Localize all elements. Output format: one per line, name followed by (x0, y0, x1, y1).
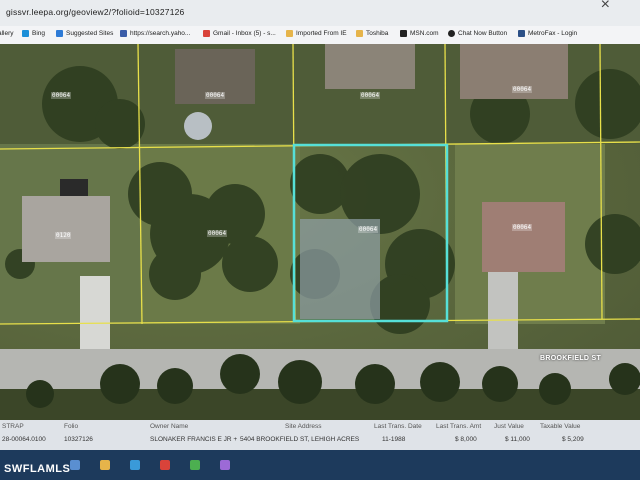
street-name-label: BROOKFIELD ST (540, 355, 602, 362)
table-cell: $ 5,209 (562, 436, 584, 443)
bookmark-metrofax[interactable]: MetroFax - Login (518, 30, 577, 37)
table-row[interactable]: 28-00064.0100 10327126 SLONAKER FRANCIS … (0, 436, 640, 448)
bookmark-bing[interactable]: Bing (22, 30, 45, 37)
lot-label: 0120 (55, 232, 72, 239)
lot-label: 00064 (51, 92, 72, 99)
suggested-sites-icon (56, 30, 63, 37)
bing-icon (22, 30, 29, 37)
bookmarks-bar: allery Bing Suggested Sites https://sear… (0, 26, 640, 45)
lot-label: 00064 (205, 92, 226, 99)
folder-icon (286, 30, 293, 37)
bookmark-label: Imported From IE (296, 30, 347, 37)
taskbar (0, 450, 640, 480)
url-text[interactable]: gissvr.leepa.org/geoview2/?folioid=10327… (6, 7, 185, 17)
table-header-cell[interactable]: Just Value (494, 423, 524, 430)
taskbar-app-icon[interactable] (220, 460, 230, 470)
bookmark-gmail[interactable]: Gmail - Inbox (5) - s... (203, 30, 276, 37)
table-cell: $ 11,000 (505, 436, 530, 443)
bookmark-imported-from-ie[interactable]: Imported From IE (286, 30, 347, 37)
table-cell: $ 8,000 (455, 436, 477, 443)
metrofax-icon (518, 30, 525, 37)
bookmark-toshiba[interactable]: Toshiba (356, 30, 388, 37)
table-header-row: STRAP Folio Owner Name Site Address Last… (0, 423, 640, 435)
table-header-cell[interactable]: STRAP (2, 423, 24, 430)
table-header-cell[interactable]: Owner Name (150, 423, 188, 430)
lot-label: 00064 (358, 226, 379, 233)
table-header-cell[interactable]: Folio (64, 423, 78, 430)
watermark-text: SWFLAMLS (4, 463, 71, 475)
bookmark-yahoo[interactable]: https://search.yaho... (120, 30, 190, 37)
bookmark-label: Gmail - Inbox (5) - s... (213, 30, 276, 37)
bookmark-label: MetroFax - Login (528, 30, 578, 37)
bookmark-label: allery (0, 30, 14, 37)
parcel-info-table: STRAP Folio Owner Name Site Address Last… (0, 420, 640, 450)
folder-icon[interactable] (100, 460, 110, 470)
yahoo-icon (120, 30, 127, 37)
bookmark-label: MSN.com (410, 30, 439, 37)
bookmark-chat-now[interactable]: Chat Now Button (448, 30, 507, 37)
table-header-cell[interactable]: Last Trans. Date (374, 423, 422, 430)
chat-icon (448, 30, 455, 37)
taskbar-app-icon[interactable] (160, 460, 170, 470)
aerial-parcel-map[interactable]: 00064 00064 00064 00064 0120 00064 00064… (0, 44, 640, 420)
msn-icon (400, 30, 407, 37)
browser-icon[interactable] (130, 460, 140, 470)
bookmark-msn[interactable]: MSN.com (400, 30, 439, 37)
bookmark-label: Chat Now Button (458, 30, 508, 37)
lot-label: 00064 (512, 86, 533, 93)
bookmark-label: Bing (32, 30, 46, 37)
table-cell: 10327126 (64, 436, 93, 443)
table-cell: 5404 BROOKFIELD ST, LEHIGH ACRES (240, 436, 360, 443)
table-header-cell[interactable]: Last Trans. Amt (436, 423, 481, 430)
lot-label: 00064 (207, 230, 228, 237)
bookmark-gallery[interactable]: allery (0, 30, 14, 37)
bookmark-label: Suggested Sites (66, 30, 114, 37)
bookmark-label: https://search.yaho... (130, 30, 191, 37)
bookmark-suggested-sites[interactable]: Suggested Sites (56, 30, 113, 37)
gmail-icon (203, 30, 210, 37)
lot-label: 00064 (512, 224, 533, 231)
table-header-cell[interactable]: Site Address (285, 423, 322, 430)
table-cell: SLONAKER FRANCIS E JR + (150, 436, 238, 443)
bookmark-label: Toshiba (366, 30, 389, 37)
taskbar-app-icon[interactable] (190, 460, 200, 470)
address-bar[interactable]: gissvr.leepa.org/geoview2/?folioid=10327… (0, 0, 640, 27)
table-cell: 28-00064.0100 (2, 436, 46, 443)
folder-icon (356, 30, 363, 37)
table-header-cell[interactable]: Taxable Value (540, 423, 580, 430)
taskbar-app-icon[interactable] (70, 460, 80, 470)
table-cell: 11-1988 (382, 436, 406, 443)
lot-label: 00064 (360, 92, 381, 99)
close-icon[interactable]: × (601, 0, 610, 14)
map-canvas (0, 44, 640, 420)
